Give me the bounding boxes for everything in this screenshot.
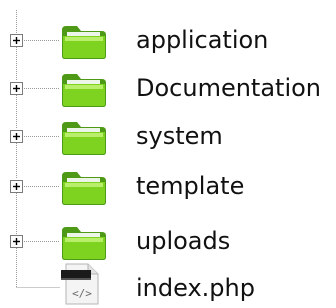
folder-icon[interactable] (60, 168, 108, 206)
tree-item-documentation[interactable]: Documentation (0, 64, 336, 112)
folder-icon[interactable] (60, 118, 108, 156)
svg-text:</>: </> (72, 287, 92, 300)
tree-item-template[interactable]: template (0, 162, 336, 210)
expand-plus-icon[interactable] (10, 82, 23, 95)
expand-plus-icon[interactable] (10, 130, 23, 143)
tree-item-label[interactable]: Documentation (136, 68, 321, 108)
tree-item-label[interactable]: uploads (136, 221, 230, 261)
tree-item-label[interactable]: index.php (136, 268, 255, 308)
tree-item-index-php[interactable]: </> index.php (0, 258, 336, 306)
file-tree: application Documentation system templat… (0, 0, 336, 305)
expand-plus-icon[interactable] (10, 235, 23, 248)
folder-icon[interactable] (60, 70, 108, 108)
tree-item-label[interactable]: application (136, 20, 268, 60)
tree-item-label[interactable]: system (136, 116, 223, 156)
tree-item-system[interactable]: system (0, 112, 336, 160)
expand-plus-icon[interactable] (10, 180, 23, 193)
php-file-icon[interactable]: </> (58, 260, 106, 308)
folder-icon[interactable] (60, 22, 108, 60)
tree-item-application[interactable]: application (0, 16, 336, 64)
folder-icon[interactable] (60, 223, 108, 261)
expand-plus-icon[interactable] (10, 34, 23, 47)
tree-item-label[interactable]: template (136, 166, 244, 206)
